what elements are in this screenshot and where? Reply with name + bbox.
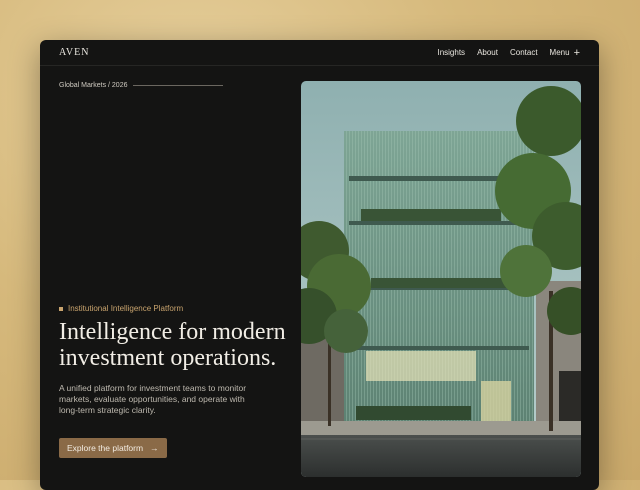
hero-description: A unified platform for investment teams … (59, 383, 247, 415)
eyebrow-divider (133, 85, 224, 86)
building-photo (301, 81, 581, 477)
nav-about-link[interactable]: About (477, 48, 498, 57)
eyebrow: Global Markets / 2026 (59, 82, 224, 89)
platform-tag: Institutional Intelligence Platform (59, 304, 183, 313)
plus-icon: + (573, 46, 580, 59)
eyebrow-text: Global Markets / 2026 (59, 82, 128, 89)
menu-button[interactable]: Menu + (549, 46, 580, 59)
app-window: AVEN Insights About Contact Menu + Globa… (40, 40, 599, 490)
tag-text: Institutional Intelligence Platform (68, 304, 184, 313)
cta-label: Explore the platform (67, 443, 144, 453)
explore-platform-button[interactable]: Explore the platform → (59, 438, 167, 458)
nav-contact-link[interactable]: Contact (510, 48, 538, 57)
tag-square-icon (59, 306, 63, 311)
hero-headline: Intelligence for modern investment opera… (59, 319, 286, 371)
nav-insights-link[interactable]: Insights (437, 48, 465, 57)
brand-logo[interactable]: AVEN (59, 47, 89, 58)
top-nav: AVEN Insights About Contact Menu + (40, 40, 599, 66)
nav-links: Insights About Contact Menu + (437, 46, 580, 59)
menu-label: Menu (549, 48, 570, 57)
arrow-right-icon: → (150, 443, 159, 453)
